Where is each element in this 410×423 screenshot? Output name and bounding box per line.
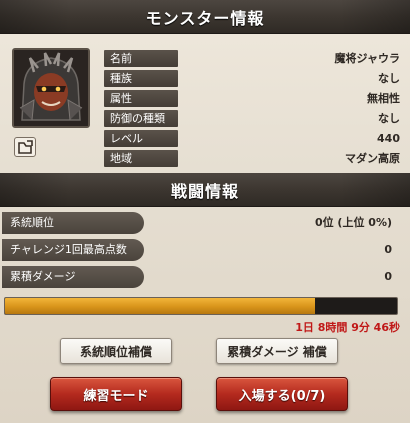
time-progress-bar (4, 297, 398, 315)
battle-value: 0 (384, 270, 392, 283)
info-row-name: 名前 魔将ジャウラ (104, 50, 400, 67)
damage-reward-button[interactable]: 累積ダメージ 補償 (216, 338, 338, 364)
share-icon-glyph (18, 140, 33, 154)
battle-row-total-damage: 累積ダメージ 0 (0, 266, 410, 288)
info-label: 名前 (104, 50, 178, 67)
battle-row-rank: 系統順位 0位 (上位 0%) (0, 212, 410, 234)
info-value: 魔将ジャウラ (334, 52, 400, 65)
info-value: 無相性 (367, 92, 400, 105)
info-label: レベル (104, 130, 178, 147)
battle-label: 系統順位 (2, 212, 144, 234)
battle-row-best-score: チャレンジ1回最高点数 0 (0, 239, 410, 261)
info-row-level: レベル 440 (104, 130, 400, 147)
rank-reward-button[interactable]: 系統順位補償 (60, 338, 172, 364)
info-row-attribute: 属性 無相性 (104, 90, 400, 107)
info-value: なし (378, 72, 400, 85)
practice-mode-button[interactable]: 練習モード (50, 377, 182, 411)
enter-button[interactable]: 入場する(0/7) (216, 377, 348, 411)
battle-value: 0位 (上位 0%) (314, 216, 392, 229)
battle-label: 累積ダメージ (2, 266, 144, 288)
info-label: 防御の種類 (104, 110, 178, 127)
info-row-region: 地域 マダン高原 (104, 150, 400, 167)
battle-label: チャレンジ1回最高点数 (2, 239, 144, 261)
info-value: マダン高原 (345, 152, 400, 165)
info-label: 種族 (104, 70, 178, 87)
info-label: 地域 (104, 150, 178, 167)
monster-info-title: モンスター情報 (0, 0, 410, 34)
info-row-defense-type: 防御の種類 なし (104, 110, 400, 127)
monster-portrait (12, 48, 90, 128)
remaining-time: 1日 8時間 9分 46秒 (295, 321, 400, 334)
info-value: なし (378, 112, 400, 125)
monster-portrait-icon (14, 50, 88, 126)
info-value: 440 (377, 132, 400, 145)
info-row-race: 種族 なし (104, 70, 400, 87)
share-icon[interactable] (14, 137, 36, 157)
info-label: 属性 (104, 90, 178, 107)
battle-value: 0 (384, 243, 392, 256)
monster-info-panel: モンスター情報 名前 魔将ジャウラ 種族 なし 属性 無相性 防御の種類 なし … (0, 0, 410, 423)
battle-info-title: 戦闘情報 (0, 173, 410, 207)
time-progress-fill (5, 298, 315, 314)
